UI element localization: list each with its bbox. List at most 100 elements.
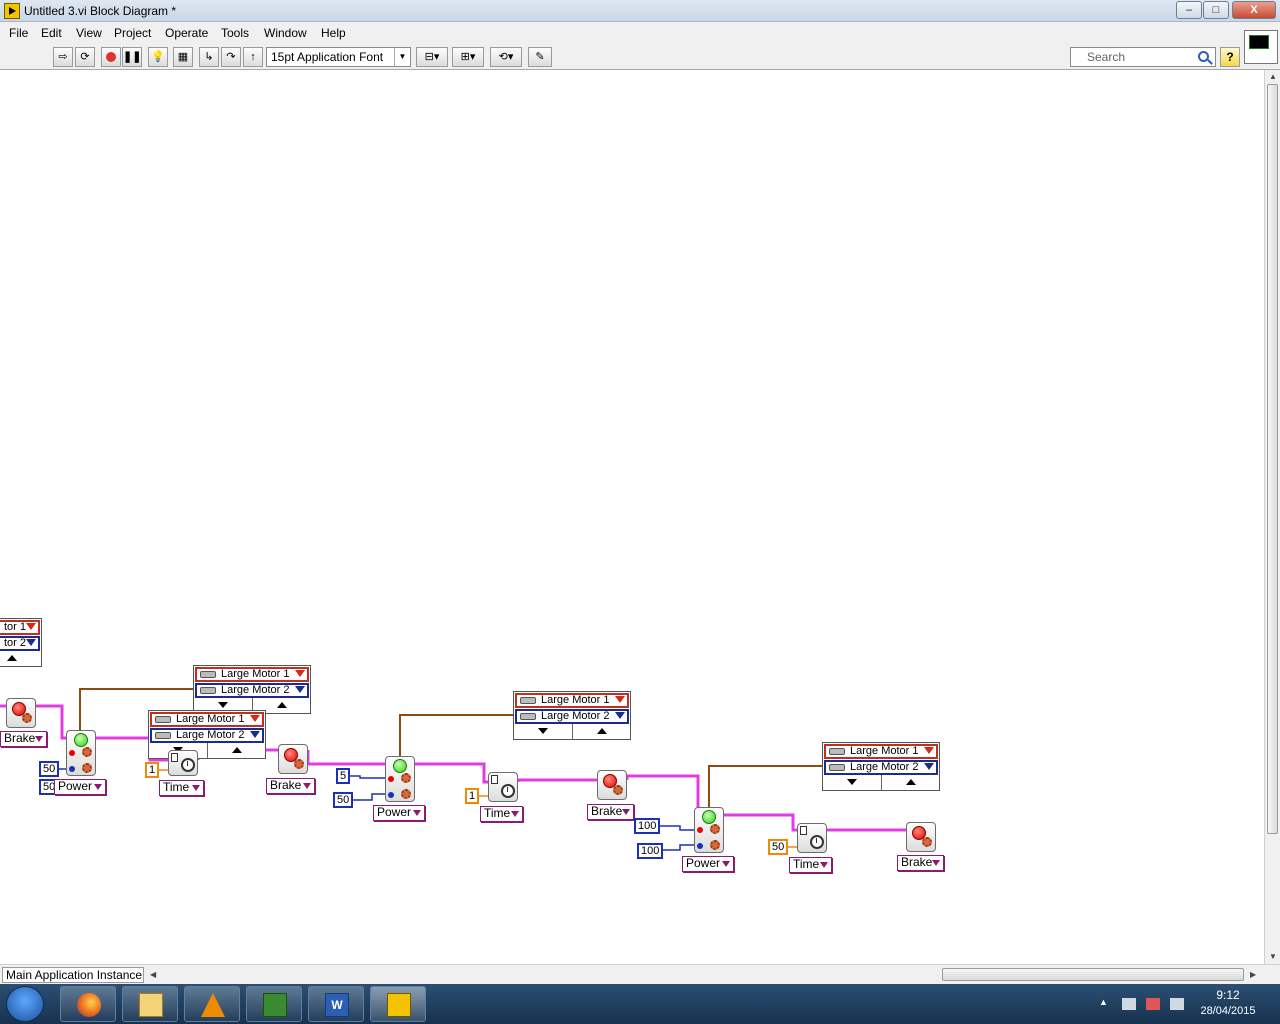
pause-icon[interactable]: ❚❚ bbox=[122, 47, 142, 67]
motor-port-select[interactable]: tor 1 bbox=[0, 620, 40, 635]
power-block[interactable] bbox=[694, 807, 724, 853]
taskbar-app-explorer[interactable] bbox=[122, 986, 178, 1022]
motor-port-select[interactable]: Large Motor 1 bbox=[195, 667, 309, 682]
menu-view[interactable]: View bbox=[76, 26, 102, 40]
menu-operate[interactable]: Operate bbox=[165, 26, 208, 40]
scroll-left-icon[interactable]: ◀ bbox=[150, 970, 156, 979]
time-constant[interactable]: 50 bbox=[768, 839, 789, 855]
taskbar-app-labview[interactable] bbox=[370, 986, 426, 1022]
motor-port-select[interactable]: Large Motor 2 bbox=[515, 709, 629, 724]
taskbar-app-vlc[interactable] bbox=[184, 986, 240, 1022]
distribute-objects-icon[interactable]: ⊞▾ bbox=[452, 47, 484, 67]
numeric-constant[interactable]: 100 bbox=[634, 818, 661, 834]
power-block[interactable] bbox=[385, 756, 415, 802]
application-instance[interactable]: Main Application Instance bbox=[2, 967, 144, 983]
align-objects-icon[interactable]: ⊟▾ bbox=[416, 47, 448, 67]
motor-port-cluster[interactable]: tor 1 tor 2 bbox=[0, 618, 42, 667]
mode-selector[interactable]: Brake bbox=[897, 855, 944, 871]
power-block[interactable] bbox=[66, 730, 96, 776]
vertical-scroll-thumb[interactable] bbox=[1267, 84, 1278, 834]
menu-project[interactable]: Project bbox=[114, 26, 151, 40]
numeric-constant[interactable]: 50 bbox=[39, 761, 60, 777]
motor-port-cluster[interactable]: Large Motor 1 Large Motor 2 bbox=[513, 691, 631, 740]
menu-window[interactable]: Window bbox=[264, 26, 307, 40]
motor-port-select[interactable]: Large Motor 1 bbox=[515, 693, 629, 708]
motor-port-select[interactable]: Large Motor 1 bbox=[150, 712, 264, 727]
run-continuously-icon[interactable]: ⟳ bbox=[75, 47, 95, 67]
numeric-constant[interactable]: 5 bbox=[336, 768, 351, 784]
mode-selector[interactable]: Time bbox=[789, 857, 832, 873]
numeric-constant[interactable]: 100 bbox=[637, 843, 664, 859]
context-help-button[interactable]: ? bbox=[1220, 47, 1240, 67]
brake-block[interactable] bbox=[597, 770, 627, 800]
numeric-constant[interactable]: 50 bbox=[333, 792, 354, 808]
start-button[interactable] bbox=[6, 986, 44, 1022]
run-arrow-icon[interactable]: ⇨ bbox=[53, 47, 73, 67]
menu-file[interactable]: File bbox=[9, 26, 28, 40]
menu-tools[interactable]: Tools bbox=[221, 26, 249, 40]
mode-selector[interactable]: Brake bbox=[0, 731, 47, 747]
scroll-right-icon[interactable]: ▶ bbox=[1250, 970, 1256, 979]
expand-arrow-icon[interactable] bbox=[538, 728, 548, 734]
motor-port-cluster[interactable]: Large Motor 1 Large Motor 2 bbox=[148, 710, 266, 759]
brake-block[interactable] bbox=[6, 698, 36, 728]
expand-arrow-icon[interactable] bbox=[218, 702, 228, 708]
volume-muted-icon[interactable] bbox=[1122, 998, 1136, 1010]
cleanup-diagram-icon[interactable]: ✎ bbox=[528, 47, 552, 67]
mode-selector[interactable]: Brake bbox=[587, 804, 634, 820]
taskbar-app-word[interactable]: W bbox=[308, 986, 364, 1022]
collapse-arrow-icon[interactable] bbox=[7, 655, 17, 661]
horizontal-scroll-thumb[interactable] bbox=[942, 968, 1244, 981]
motor-port-cluster[interactable]: Large Motor 1 Large Motor 2 bbox=[193, 665, 311, 714]
show-hidden-icons[interactable]: ▲ bbox=[1099, 997, 1108, 1007]
mode-selector[interactable]: Time bbox=[480, 806, 523, 822]
menu-help[interactable]: Help bbox=[321, 26, 346, 40]
scroll-up-icon[interactable]: ▲ bbox=[1269, 72, 1277, 81]
search-input[interactable] bbox=[1071, 48, 1189, 66]
retain-wire-values-icon[interactable]: ▦ bbox=[173, 47, 193, 67]
action-center-icon[interactable] bbox=[1146, 998, 1160, 1010]
mode-selector[interactable]: Power bbox=[682, 856, 734, 872]
reorder-icon[interactable]: ⟲▾ bbox=[490, 47, 522, 67]
collapse-arrow-icon[interactable] bbox=[906, 779, 916, 785]
maximize-button[interactable]: □ bbox=[1203, 1, 1229, 19]
step-into-icon[interactable]: ↳ bbox=[199, 47, 219, 67]
minimize-button[interactable]: – bbox=[1176, 1, 1202, 19]
brake-block[interactable] bbox=[906, 822, 936, 852]
collapse-arrow-icon[interactable] bbox=[232, 747, 242, 753]
taskbar-app-firefox[interactable] bbox=[60, 986, 116, 1022]
wait-time-block[interactable] bbox=[488, 772, 518, 802]
close-button[interactable]: X bbox=[1232, 1, 1276, 19]
clock-time[interactable]: 9:12 bbox=[1200, 988, 1256, 1002]
time-constant[interactable]: 1 bbox=[465, 788, 480, 804]
step-out-icon[interactable]: ↑ bbox=[243, 47, 263, 67]
highlight-execution-icon[interactable]: 💡 bbox=[148, 47, 168, 67]
wait-time-block[interactable] bbox=[797, 823, 827, 853]
expand-arrow-icon[interactable] bbox=[847, 779, 857, 785]
font-select[interactable]: 15pt Application Font ▼ bbox=[266, 47, 411, 67]
mode-selector[interactable]: Brake bbox=[266, 778, 315, 794]
step-over-icon[interactable]: ↷ bbox=[221, 47, 241, 67]
time-constant[interactable]: 1 bbox=[145, 762, 160, 778]
clock-date[interactable]: 28/04/2015 bbox=[1192, 1005, 1264, 1017]
collapse-arrow-icon[interactable] bbox=[597, 728, 607, 734]
mode-selector[interactable]: Time bbox=[159, 780, 204, 796]
vertical-scrollbar[interactable]: ▲ ▼ bbox=[1264, 70, 1280, 964]
wait-time-block[interactable] bbox=[168, 750, 198, 776]
vi-icon[interactable] bbox=[1244, 30, 1278, 64]
motor-port-select[interactable]: tor 2 bbox=[0, 636, 40, 651]
mode-selector[interactable]: Power bbox=[54, 779, 106, 795]
network-icon[interactable] bbox=[1170, 998, 1184, 1010]
motor-port-select[interactable]: Large Motor 1 bbox=[824, 744, 938, 759]
mode-selector[interactable]: Power bbox=[373, 805, 425, 821]
scroll-down-icon[interactable]: ▼ bbox=[1269, 952, 1277, 961]
block-diagram-canvas[interactable]: tor 1 tor 2 Brake Large Motor 1 Large Mo… bbox=[0, 70, 1264, 964]
search-icon[interactable] bbox=[1198, 51, 1209, 62]
menu-edit[interactable]: Edit bbox=[41, 26, 62, 40]
motor-port-select[interactable]: Large Motor 2 bbox=[824, 760, 938, 775]
taskbar-app-project[interactable] bbox=[246, 986, 302, 1022]
motor-port-cluster[interactable]: Large Motor 1 Large Motor 2 bbox=[822, 742, 940, 791]
motor-port-select[interactable]: Large Motor 2 bbox=[150, 728, 264, 743]
collapse-arrow-icon[interactable] bbox=[277, 702, 287, 708]
abort-icon[interactable] bbox=[101, 47, 121, 67]
